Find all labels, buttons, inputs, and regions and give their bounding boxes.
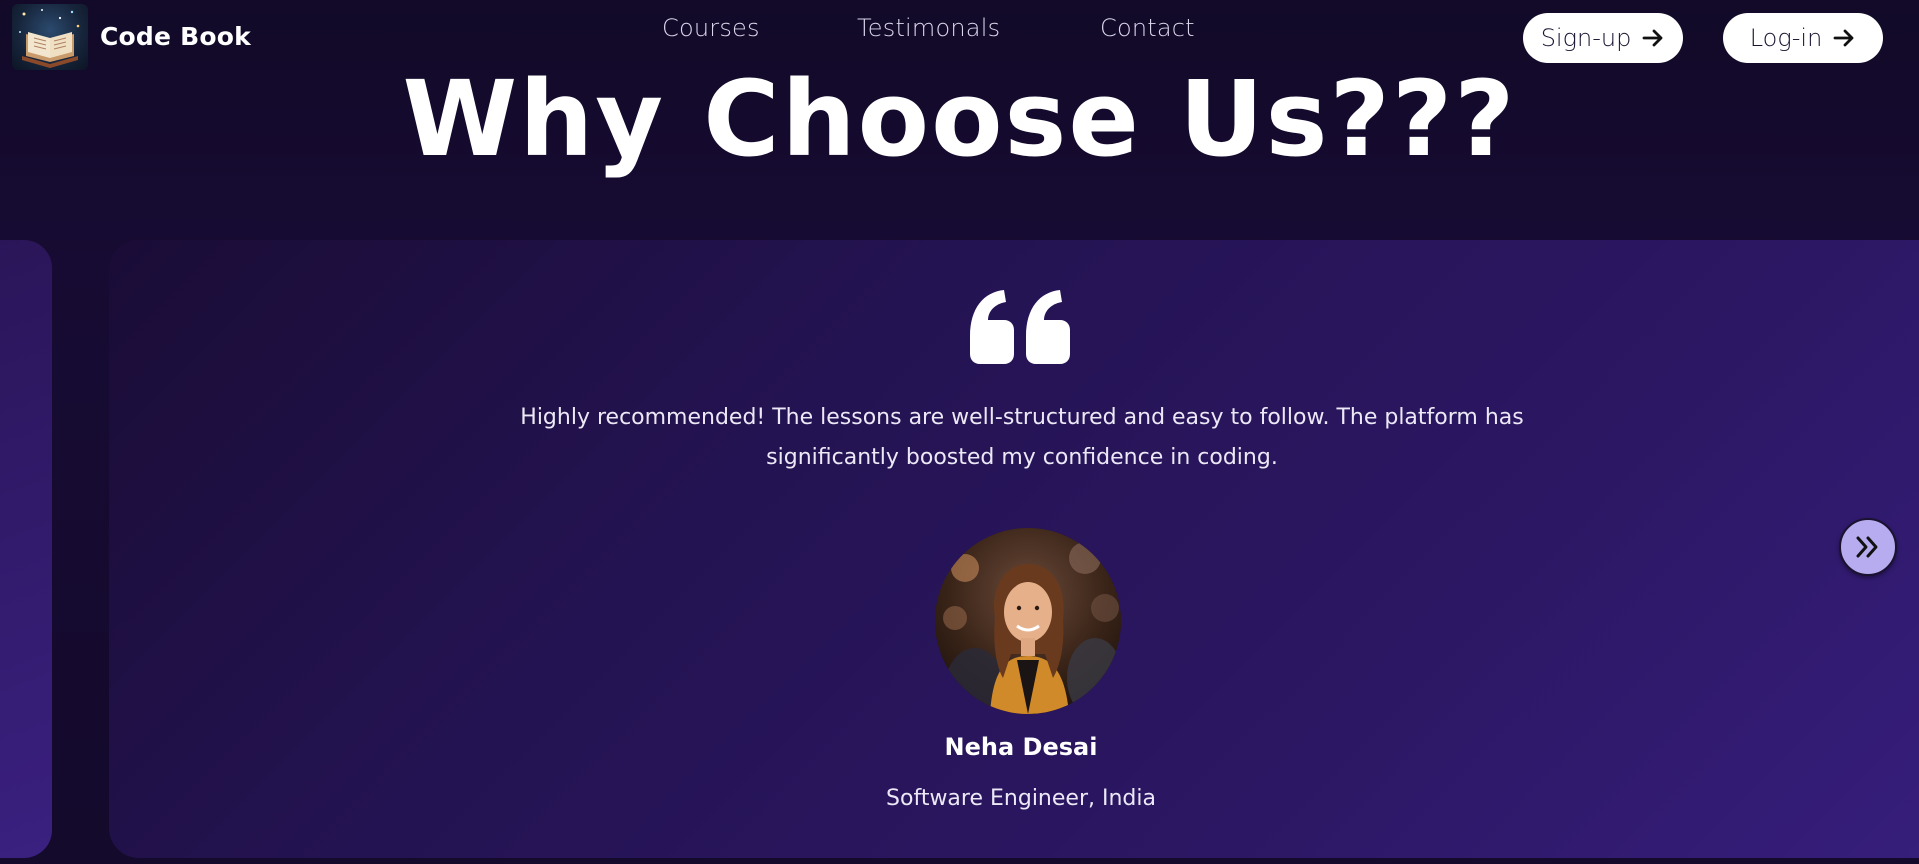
page-title: Why Choose Us??? <box>402 58 1517 180</box>
nav-link-contact[interactable]: Contact <box>1100 14 1195 42</box>
arrow-right-icon <box>1642 29 1663 47</box>
brand-name[interactable]: Code Book <box>100 22 251 51</box>
person-name: Neha Desai <box>944 733 1098 761</box>
login-label: Log-in <box>1749 24 1823 52</box>
avatar <box>935 528 1121 714</box>
quote-icon <box>966 286 1076 366</box>
person-role: Software Engineer, India <box>886 786 1156 811</box>
next-testimonial-button[interactable] <box>1839 518 1897 576</box>
testimonial-text: Highly recommended! The lessons are well… <box>520 405 1524 470</box>
nav-link-courses[interactable]: Courses <box>662 14 760 42</box>
page: Code Book Courses Testimonals Contact Si… <box>0 0 1919 864</box>
signup-label: Sign-up <box>1540 24 1632 52</box>
previous-testimonial-card[interactable] <box>0 240 52 858</box>
arrow-right-icon <box>1833 29 1854 47</box>
nav-link-testimonials[interactable]: Testimonals <box>857 14 1000 42</box>
double-chevron-right-icon <box>1856 536 1878 558</box>
